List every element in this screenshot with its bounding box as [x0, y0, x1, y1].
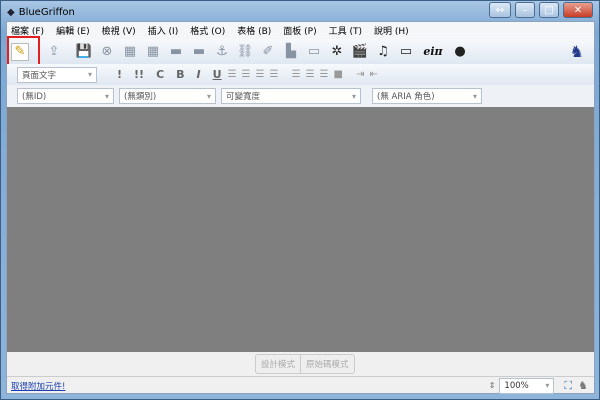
- aria-select[interactable]: (無 ARIA 角色): [372, 88, 482, 104]
- spell-icon[interactable]: ✲: [328, 43, 346, 61]
- source-mode-button[interactable]: 原始碼模式: [301, 355, 354, 373]
- window-icon[interactable]: ▭: [397, 43, 415, 61]
- menu-item[interactable]: 工具 (T): [329, 24, 362, 37]
- globe-icon[interactable]: ●: [451, 43, 469, 61]
- table2-icon[interactable]: ▦: [144, 43, 162, 61]
- image-icon[interactable]: ▬: [167, 43, 185, 61]
- main-toolbar: ✎ ⇪ 💾 ⊗ ▦ ▦ ▬ ▬ ⚓ ⛓ ✐ ▙ ▭ ✲ 🎬 ♫ ▭ eiπ ● ♞: [7, 39, 594, 64]
- design-mode-button[interactable]: 設計模式: [256, 355, 302, 373]
- format-button[interactable]: B: [176, 68, 184, 81]
- zoom-spinner[interactable]: ⇕: [489, 381, 496, 390]
- app-icon: ◆: [7, 6, 15, 18]
- mode-switch: 設計模式 原始碼模式: [255, 354, 355, 374]
- form-icon[interactable]: ✐: [259, 43, 277, 61]
- selector-bar: (無ID) (無類別) 可變寬度 (無 ARIA 角色): [7, 85, 594, 107]
- fullscreen-icon[interactable]: ⛶: [564, 379, 572, 393]
- highlight-box: [7, 36, 40, 66]
- status-bar: 取得附加元件! ⇕ 100% ⛶ ♞: [7, 376, 594, 394]
- link-icon[interactable]: ⛓: [236, 43, 254, 61]
- css-icon[interactable]: ▭: [305, 43, 323, 61]
- format-button[interactable]: !: [117, 68, 122, 81]
- minimize-button[interactable]: –: [515, 2, 535, 18]
- griffon-logo: ♞: [569, 42, 584, 61]
- math-icon[interactable]: eiπ: [420, 43, 446, 61]
- list-align-icons[interactable]: ☰☰☰☰ ☰☰☰■ ⇥⇤: [228, 69, 383, 80]
- menu-item[interactable]: 插入 (I): [148, 24, 179, 37]
- editor-area[interactable]: [7, 107, 594, 352]
- class-select[interactable]: (無類別): [119, 88, 216, 104]
- window-title: BlueGriffon: [18, 6, 75, 18]
- format-button[interactable]: C: [156, 68, 164, 81]
- title-bar: ◆ BlueGriffon: [7, 4, 75, 20]
- menu-item[interactable]: 格式 (O): [190, 24, 225, 37]
- width-select[interactable]: 可變寬度: [221, 88, 361, 104]
- format-button[interactable]: I: [197, 68, 201, 81]
- maximize-button[interactable]: □: [539, 2, 559, 18]
- zoom-select[interactable]: 100%: [499, 377, 555, 394]
- chart-icon[interactable]: ▙: [282, 43, 300, 61]
- id-select[interactable]: (無ID): [17, 88, 114, 104]
- get-addons-link[interactable]: 取得附加元件!: [11, 380, 65, 392]
- audio-icon[interactable]: ♫: [374, 43, 392, 61]
- table-icon[interactable]: ▦: [121, 43, 139, 61]
- format-toolbar: 頁面文字 !!! CBIU ☰☰☰☰ ☰☰☰■ ⇥⇤: [7, 64, 594, 85]
- menu-item[interactable]: 面板 (P): [283, 24, 316, 37]
- save-icon[interactable]: 💾: [75, 43, 93, 61]
- menu-item[interactable]: 說明 (H): [374, 24, 409, 37]
- video-icon[interactable]: 🎬: [351, 43, 369, 61]
- publish-icon[interactable]: ⇪: [45, 43, 63, 61]
- menu-item[interactable]: 編輯 (E): [56, 24, 90, 37]
- menu-item[interactable]: 表格 (B): [237, 24, 271, 37]
- menu-bar: 檔案 (F) 編輯 (E) 檢視 (V) 插入 (I) 格式 (O) 表格 (B) 面板 (…: [7, 22, 594, 39]
- paragraph-select[interactable]: 頁面文字: [17, 66, 97, 83]
- addon-icon[interactable]: ♞: [578, 379, 588, 392]
- format-button[interactable]: U: [213, 68, 222, 81]
- resize-button[interactable]: ↔: [489, 2, 511, 18]
- anchor-icon[interactable]: ⚓: [213, 43, 231, 61]
- close-doc-icon[interactable]: ⊗: [98, 43, 116, 61]
- menu-item[interactable]: 檢視 (V): [102, 24, 136, 37]
- format-button[interactable]: !!: [134, 68, 144, 81]
- app-window: ◆ BlueGriffon ↔ – □ ✕ 檔案 (F) 編輯 (E) 檢視 (V) 插…: [0, 0, 600, 400]
- image2-icon[interactable]: ▬: [190, 43, 208, 61]
- close-button[interactable]: ✕: [563, 2, 593, 18]
